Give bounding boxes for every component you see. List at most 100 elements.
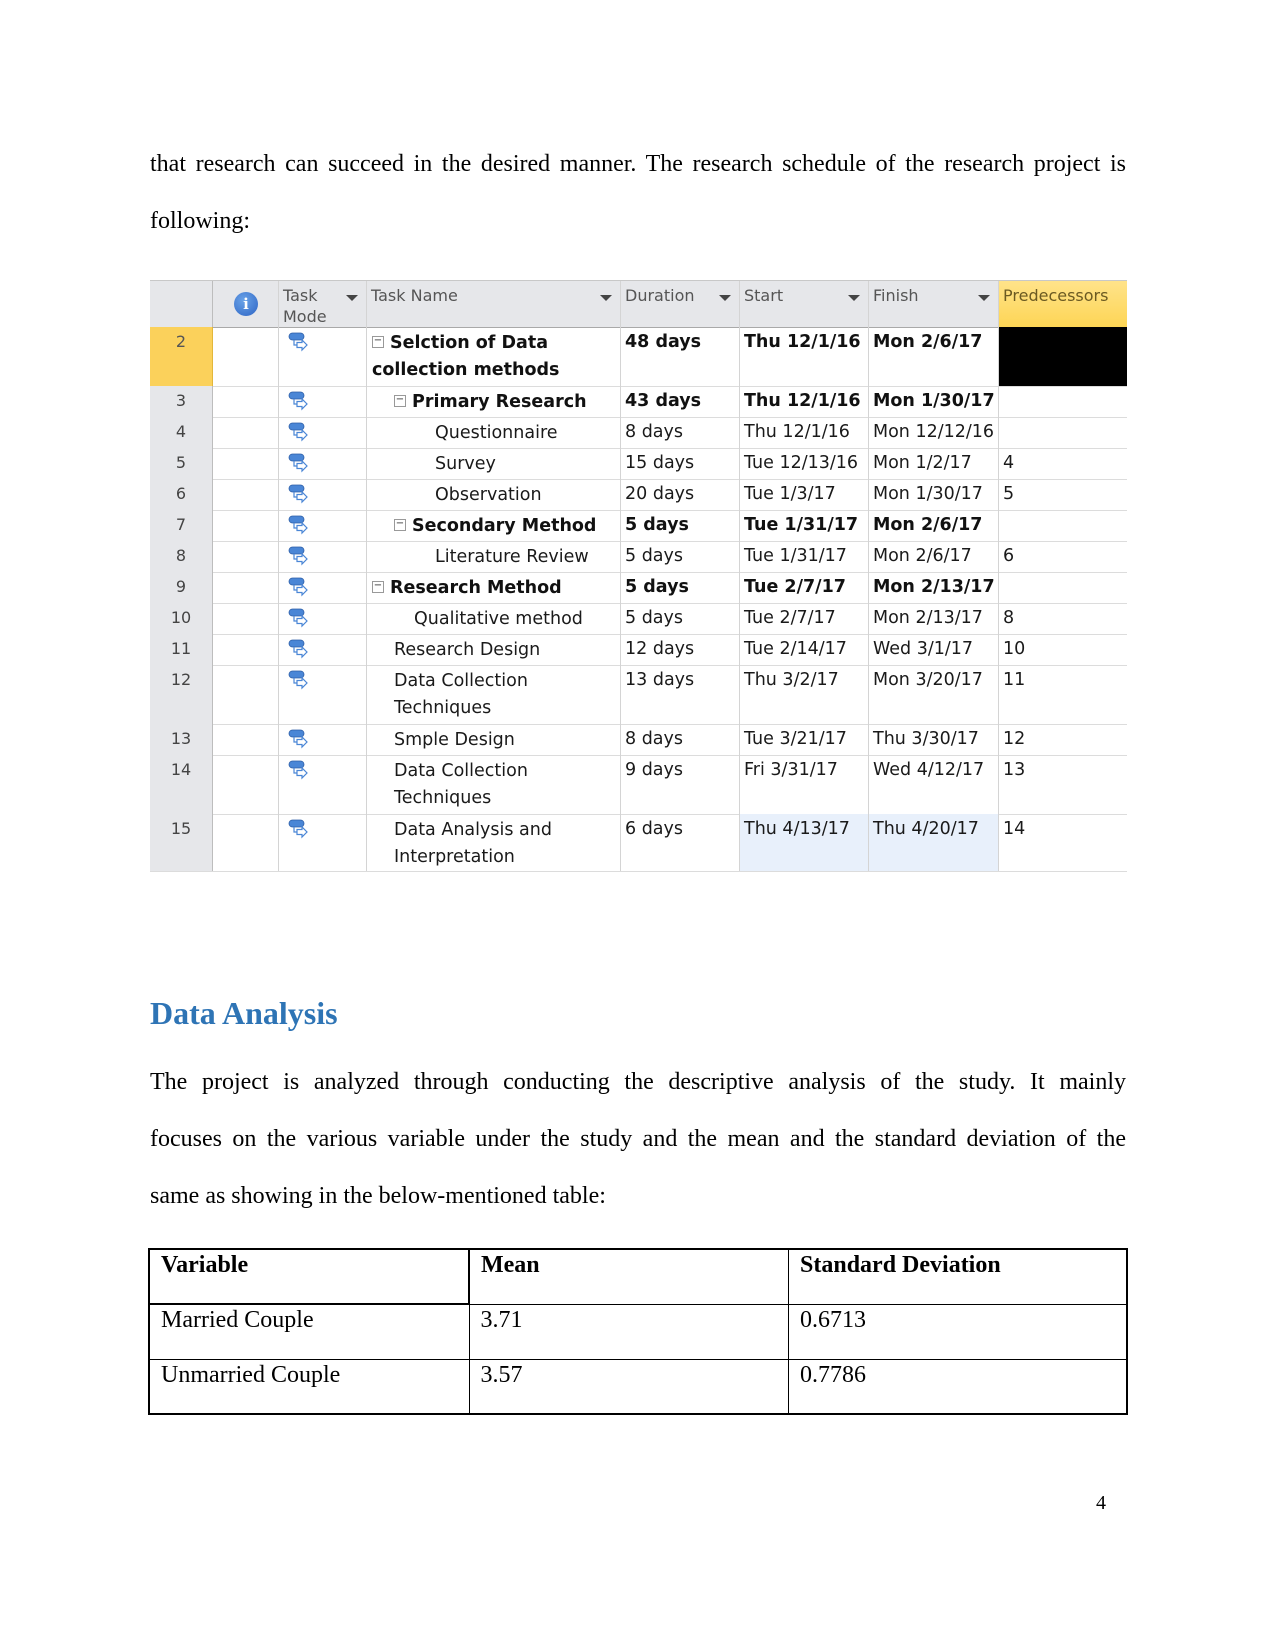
task-name-cell[interactable]: Literature Review	[367, 541, 621, 572]
task-row[interactable]: 12 Data Collection Techniques 13 days Thu 3…	[150, 665, 1127, 725]
duration-cell[interactable]: 8 days	[621, 724, 740, 755]
finish-cell[interactable]: Mon 2/6/17	[869, 541, 999, 572]
start-cell[interactable]: Tue 1/3/17	[740, 479, 869, 510]
finish-cell[interactable]: Mon 1/2/17	[869, 448, 999, 479]
duration-cell[interactable]: 5 days	[621, 572, 740, 603]
duration-cell[interactable]: 43 days	[621, 386, 740, 417]
task-name-cell[interactable]: Research Design	[367, 634, 621, 665]
header-predecessors[interactable]: Predecessors	[999, 281, 1127, 327]
finish-cell[interactable]: Thu 4/20/17	[869, 814, 999, 871]
predecessors-cell[interactable]: 8	[999, 603, 1127, 634]
start-cell[interactable]: Thu 12/1/16	[740, 417, 869, 448]
header-indicators[interactable]: i	[213, 281, 279, 327]
task-mode-cell[interactable]	[279, 510, 367, 541]
task-mode-cell[interactable]	[279, 479, 367, 510]
predecessors-cell[interactable]	[999, 510, 1127, 541]
predecessors-cell[interactable]: 10	[999, 634, 1127, 665]
task-mode-cell[interactable]	[279, 603, 367, 634]
header-start[interactable]: Start	[740, 281, 869, 327]
duration-cell[interactable]: 12 days	[621, 634, 740, 665]
start-cell[interactable]: Tue 2/7/17	[740, 603, 869, 634]
task-mode-cell[interactable]	[279, 814, 367, 871]
task-name-cell[interactable]: − Selction of Data collection methods	[367, 327, 621, 386]
task-mode-cell[interactable]	[279, 665, 367, 724]
finish-cell[interactable]: Thu 3/30/17	[869, 724, 999, 755]
duration-cell[interactable]: 8 days	[621, 417, 740, 448]
header-duration[interactable]: Duration	[621, 281, 740, 327]
dropdown-arrow-icon[interactable]	[600, 295, 612, 301]
dropdown-arrow-icon[interactable]	[719, 295, 731, 301]
task-name-cell[interactable]: − Primary Research	[367, 386, 621, 417]
task-row[interactable]: 10 Qualitative method 5 days Tue 2/7/17 Mon …	[150, 603, 1127, 635]
finish-cell[interactable]: Wed 3/1/17	[869, 634, 999, 665]
task-row[interactable]: 2 − Selction of Data collection methods 48 …	[150, 327, 1127, 387]
header-row-id[interactable]	[150, 281, 213, 327]
dropdown-arrow-icon[interactable]	[848, 295, 860, 301]
task-row[interactable]: 8 Literature Review 5 days Tue 1/31/17 Mon 2…	[150, 541, 1127, 573]
duration-cell[interactable]: 9 days	[621, 755, 740, 814]
task-name-cell[interactable]: − Secondary Method	[367, 510, 621, 541]
task-mode-cell[interactable]	[279, 572, 367, 603]
finish-cell[interactable]: Mon 2/13/17	[869, 603, 999, 634]
row-id[interactable]: 7	[150, 510, 213, 541]
finish-cell[interactable]: Mon 1/30/17	[869, 479, 999, 510]
task-row[interactable]: 3 − Primary Research 43 days Thu 12/1/16 Mon …	[150, 386, 1127, 418]
duration-cell[interactable]: 20 days	[621, 479, 740, 510]
task-mode-cell[interactable]	[279, 724, 367, 755]
header-task-name[interactable]: Task Name	[367, 281, 621, 327]
task-name-cell[interactable]: − Research Method	[367, 572, 621, 603]
predecessors-cell[interactable]: 4	[999, 448, 1127, 479]
task-row[interactable]: 4 Questionnaire 8 days Thu 12/1/16 Mon 12/12…	[150, 417, 1127, 449]
task-mode-cell[interactable]	[279, 386, 367, 417]
duration-cell[interactable]: 48 days	[621, 327, 740, 386]
dropdown-arrow-icon[interactable]	[978, 295, 990, 301]
start-cell[interactable]: Thu 3/2/17	[740, 665, 869, 724]
start-cell[interactable]: Tue 1/31/17	[740, 541, 869, 572]
duration-cell[interactable]: 15 days	[621, 448, 740, 479]
collapse-icon[interactable]: −	[394, 519, 406, 531]
predecessors-cell[interactable]: 6	[999, 541, 1127, 572]
start-cell[interactable]: Tue 1/31/17	[740, 510, 869, 541]
start-cell[interactable]: Thu 12/1/16	[740, 327, 869, 386]
dropdown-arrow-icon[interactable]	[346, 295, 358, 301]
duration-cell[interactable]: 6 days	[621, 814, 740, 871]
task-row[interactable]: 11 Research Design 12 days Tue 2/14/17 Wed 3…	[150, 634, 1127, 666]
finish-cell[interactable]: Mon 3/20/17	[869, 665, 999, 724]
start-cell[interactable]: Fri 3/31/17	[740, 755, 869, 814]
header-task-mode[interactable]: Task Mode	[279, 281, 367, 327]
row-id[interactable]: 15	[150, 814, 213, 871]
duration-cell[interactable]: 5 days	[621, 603, 740, 634]
task-name-cell[interactable]: Survey	[367, 448, 621, 479]
task-name-cell[interactable]: Data Collection Techniques	[367, 755, 621, 814]
task-row[interactable]: 14 Data Collection Techniques 9 days Fri 3/…	[150, 755, 1127, 815]
task-row[interactable]: 9 − Research Method 5 days Tue 2/7/17 Mon 2/1…	[150, 572, 1127, 604]
task-mode-cell[interactable]	[279, 448, 367, 479]
task-row[interactable]: 6 Observation 20 days Tue 1/3/17 Mon 1/30/17…	[150, 479, 1127, 511]
predecessors-cell[interactable]	[999, 572, 1127, 603]
start-cell[interactable]: Tue 2/7/17	[740, 572, 869, 603]
start-cell[interactable]: Tue 3/21/17	[740, 724, 869, 755]
predecessors-cell[interactable]: 13	[999, 755, 1127, 814]
task-name-cell[interactable]: Questionnaire	[367, 417, 621, 448]
header-finish[interactable]: Finish	[869, 281, 999, 327]
start-cell[interactable]: Tue 12/13/16	[740, 448, 869, 479]
row-id[interactable]: 8	[150, 541, 213, 572]
start-cell[interactable]: Tue 2/14/17	[740, 634, 869, 665]
predecessors-cell[interactable]: 11	[999, 665, 1127, 724]
task-row[interactable]: 7 − Secondary Method 5 days Tue 1/31/17 Mon 2…	[150, 510, 1127, 542]
predecessors-cell[interactable]: 5	[999, 479, 1127, 510]
row-id[interactable]: 4	[150, 417, 213, 448]
finish-cell[interactable]: Mon 2/6/17	[869, 510, 999, 541]
task-name-cell[interactable]: Observation	[367, 479, 621, 510]
task-mode-cell[interactable]	[279, 634, 367, 665]
start-cell[interactable]: Thu 4/13/17	[740, 814, 869, 871]
start-cell[interactable]: Thu 12/1/16	[740, 386, 869, 417]
predecessors-cell[interactable]: 14	[999, 814, 1127, 871]
collapse-icon[interactable]: −	[372, 336, 384, 348]
finish-cell[interactable]: Mon 2/6/17	[869, 327, 999, 386]
finish-cell[interactable]: Wed 4/12/17	[869, 755, 999, 814]
finish-cell[interactable]: Mon 1/30/17	[869, 386, 999, 417]
task-mode-cell[interactable]	[279, 417, 367, 448]
task-name-cell[interactable]: Data Analysis and Interpretation	[367, 814, 621, 871]
task-row[interactable]: 5 Survey 15 days Tue 12/13/16 Mon 1/2/17 4	[150, 448, 1127, 480]
